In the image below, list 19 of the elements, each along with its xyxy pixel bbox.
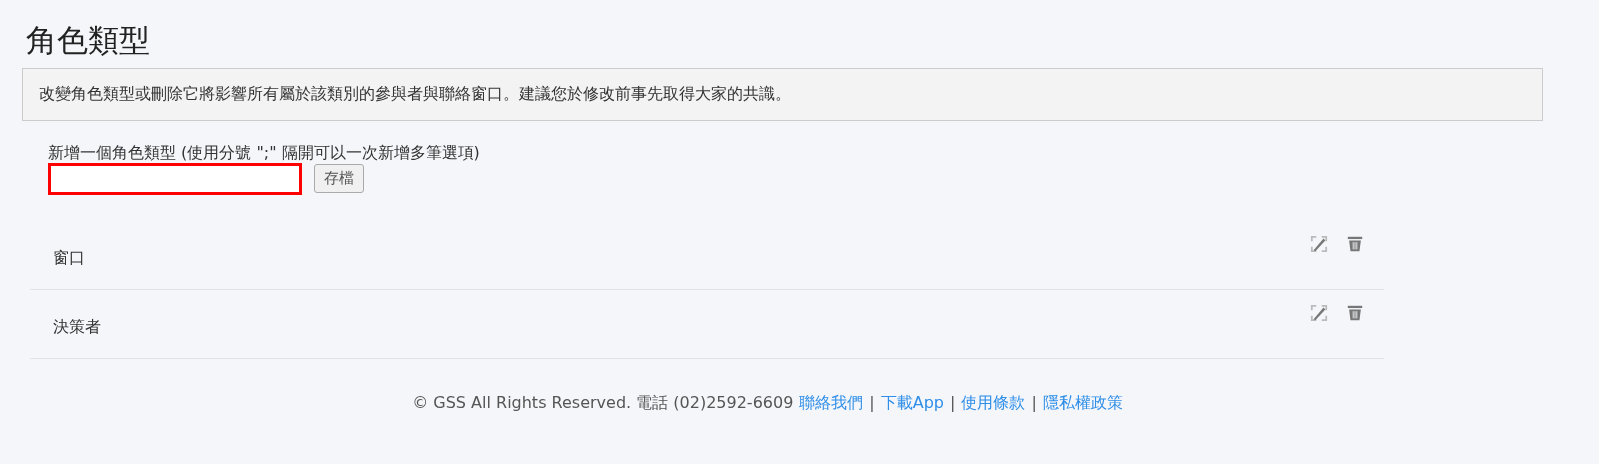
edit-icon[interactable]	[1310, 235, 1328, 253]
notice-banner: 改變角色類型或刪除它將影響所有屬於該類別的參與者與聯絡窗口。建議您於修改前事先取得大家的共識。	[22, 68, 1543, 121]
footer-link[interactable]: 隱私權政策	[1042, 393, 1123, 412]
separator: |	[1031, 393, 1037, 412]
footer-link[interactable]: 聯絡我們	[799, 393, 864, 412]
role-name: 決策者	[53, 317, 101, 338]
field-label: 新增一個角色類型 (使用分號 ";" 隔開可以一次新增多筆選項)	[48, 143, 481, 163]
separator: |	[950, 393, 956, 412]
role-name: 窗口	[53, 248, 85, 269]
trash-icon[interactable]	[1346, 304, 1364, 322]
trash-icon[interactable]	[1346, 235, 1364, 253]
copyright-text: © GSS All Rights Reserved. 電話 (02)2592-6609	[412, 393, 794, 412]
footer-link[interactable]: 下載App	[880, 393, 944, 412]
footer-link[interactable]: 使用條款	[961, 393, 1026, 412]
edit-icon[interactable]	[1310, 304, 1328, 322]
page-title: 角色類型	[26, 21, 151, 60]
save-button[interactable]: 存檔	[314, 164, 364, 193]
separator: |	[869, 393, 875, 412]
input-field[interactable]	[48, 163, 302, 195]
